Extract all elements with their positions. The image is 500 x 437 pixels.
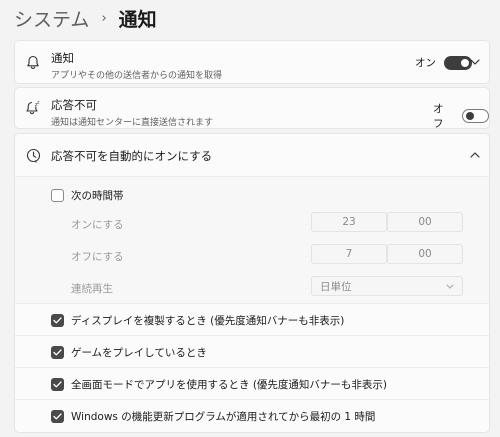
chevron-down-icon [446, 284, 454, 289]
toggle-knob [465, 112, 474, 120]
dnd-toggle[interactable] [461, 109, 489, 123]
option-checkbox-feature-update[interactable] [51, 409, 64, 423]
notifications-subtitle: アプリやその他の送信者からの通知を取得 [51, 71, 223, 81]
breadcrumb: システム › 通知 [14, 3, 157, 33]
dnd-title: 応答不可 [51, 98, 97, 112]
notifications-title: 通知 [51, 51, 74, 65]
time-range-label: 次の時間帯 [71, 189, 124, 202]
option-row[interactable]: Windows の機能更新プログラムが適用されてから最初の 1 時間 [15, 400, 489, 431]
on-minute-value: 00 [418, 216, 432, 228]
off-minute-field[interactable]: 00 [387, 244, 463, 264]
notifications-card[interactable]: 通知 アプリやその他の送信者からの通知を取得 オン [14, 40, 490, 84]
auto-dnd-header[interactable]: z 応答不可を自動的にオンにする [15, 134, 489, 176]
off-time-label: オフにする [71, 251, 124, 263]
time-range-section: 次の時間帯 オンにする 23 00 オフにする 7 00 連続再生 日単位 [15, 177, 489, 303]
repeat-value: 日単位 [320, 280, 352, 293]
page-title: 通知 [118, 8, 157, 31]
time-range-checkbox[interactable] [51, 188, 64, 202]
repeat-select[interactable]: 日単位 [311, 276, 463, 296]
chevron-up-icon[interactable] [467, 147, 483, 163]
dnd-card: z z 応答不可 通知は通知センターに直接送信されます オフ [14, 87, 490, 130]
option-row[interactable]: ゲームをプレイしているとき [15, 336, 489, 367]
breadcrumb-system[interactable]: システム [14, 5, 89, 32]
checkmark-icon [53, 348, 62, 355]
option-row[interactable]: 全画面モードでアプリを使用するとき (優先度通知バナーも非表示) [15, 368, 489, 399]
clock-icon: z [24, 146, 42, 164]
checkmark-icon [53, 412, 62, 419]
dnd-subtitle: 通知は通知センターに直接送信されます [51, 118, 214, 128]
on-hour-value: 23 [342, 216, 356, 228]
auto-dnd-title: 応答不可を自動的にオンにする [51, 149, 213, 163]
option-row[interactable]: ディスプレイを複製するとき (優先度通知バナーも非表示) [15, 304, 489, 335]
breadcrumb-separator: › [101, 10, 107, 26]
bell-icon [24, 53, 42, 71]
repeat-label: 連続再生 [71, 283, 113, 295]
on-hour-field[interactable]: 23 [311, 212, 387, 232]
option-label: ゲームをプレイしているとき [71, 346, 207, 359]
off-minute-value: 00 [418, 248, 432, 260]
svg-text:z: z [37, 100, 39, 105]
on-minute-field[interactable]: 00 [387, 212, 463, 232]
auto-dnd-card: z 応答不可を自動的にオンにする 次の時間帯 オンにする 23 00 オフにする… [14, 133, 490, 433]
option-label: ディスプレイを複製するとき (優先度通知バナーも非表示) [71, 314, 345, 327]
chevron-down-icon[interactable] [467, 54, 483, 70]
dnd-bell-icon: z z [24, 99, 42, 117]
option-label: Windows の機能更新プログラムが適用されてから最初の 1 時間 [71, 410, 376, 423]
option-checkbox-duplicate-display[interactable] [51, 313, 64, 327]
notifications-toggle-label: オン [415, 57, 436, 69]
off-hour-value: 7 [345, 248, 353, 260]
checkmark-icon [53, 316, 62, 323]
on-time-label: オンにする [71, 219, 124, 231]
off-hour-field[interactable]: 7 [311, 244, 387, 264]
option-checkbox-fullscreen[interactable] [51, 377, 64, 391]
dnd-toggle-label: オフ [433, 103, 444, 130]
checkmark-icon [53, 380, 62, 387]
option-checkbox-gaming[interactable] [51, 345, 64, 359]
option-label: 全画面モードでアプリを使用するとき (優先度通知バナーも非表示) [71, 378, 388, 391]
